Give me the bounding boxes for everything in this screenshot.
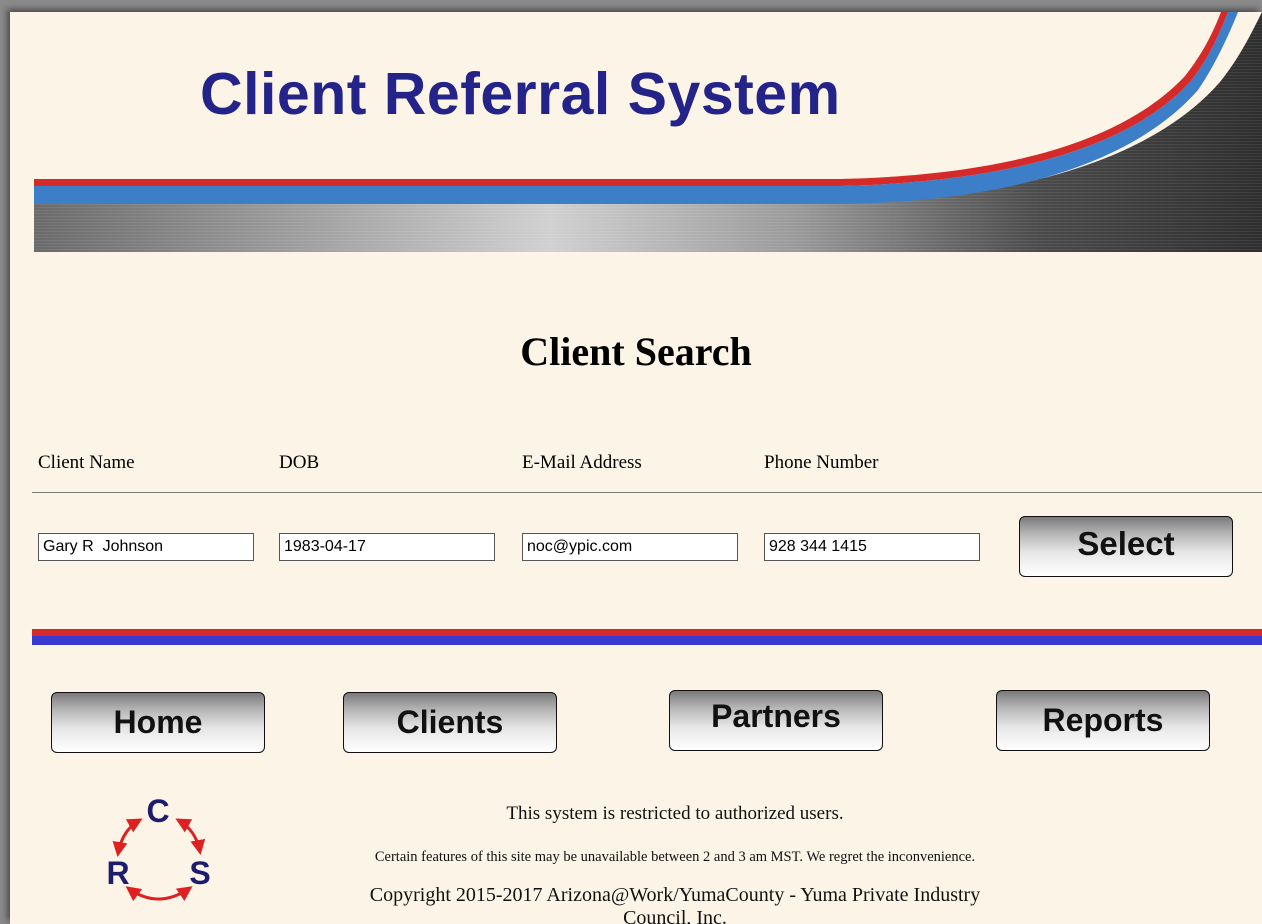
- header-banner: Client Referral System: [10, 12, 1262, 252]
- home-button[interactable]: Home: [51, 692, 265, 753]
- header-divider: [32, 492, 1262, 493]
- divider-red-stripe: [32, 629, 1262, 636]
- dob-input[interactable]: [279, 533, 495, 561]
- partners-button[interactable]: Partners: [669, 690, 883, 751]
- column-label-phone: Phone Number: [764, 452, 879, 473]
- logo-letter-s: S: [189, 855, 210, 891]
- logo-arrow-left: [112, 818, 143, 857]
- crs-logo: C R S: [106, 793, 211, 902]
- column-label-dob: DOB: [279, 452, 320, 473]
- footer-maintenance-notice: Certain features of this site may be una…: [374, 849, 976, 865]
- page: Client Referral System Client Search Cli…: [10, 12, 1262, 924]
- logo-letter-c: C: [146, 793, 169, 829]
- phone-input[interactable]: [764, 533, 980, 561]
- page-heading: Client Search: [520, 329, 752, 374]
- column-label-email: E-Mail Address: [522, 452, 642, 473]
- reports-button[interactable]: Reports: [996, 690, 1210, 751]
- footer-restricted-notice: This system is restricted to authorized …: [506, 803, 844, 824]
- clients-button[interactable]: Clients: [343, 692, 557, 753]
- footer-copyright: Copyright 2015-2017 Arizona@Work/YumaCou…: [369, 884, 981, 924]
- email-input[interactable]: [522, 533, 738, 561]
- app-title: Client Referral System: [200, 61, 841, 127]
- column-label-client-name: Client Name: [38, 452, 135, 473]
- logo-letter-r: R: [106, 855, 129, 891]
- select-button[interactable]: Select: [1019, 516, 1233, 577]
- banner-graphic: [34, 12, 1262, 252]
- logo-arrow-bottom: [125, 886, 193, 902]
- logo-arrow-right: [175, 818, 206, 855]
- client-name-input[interactable]: [38, 533, 254, 561]
- divider-blue-stripe: [32, 636, 1262, 645]
